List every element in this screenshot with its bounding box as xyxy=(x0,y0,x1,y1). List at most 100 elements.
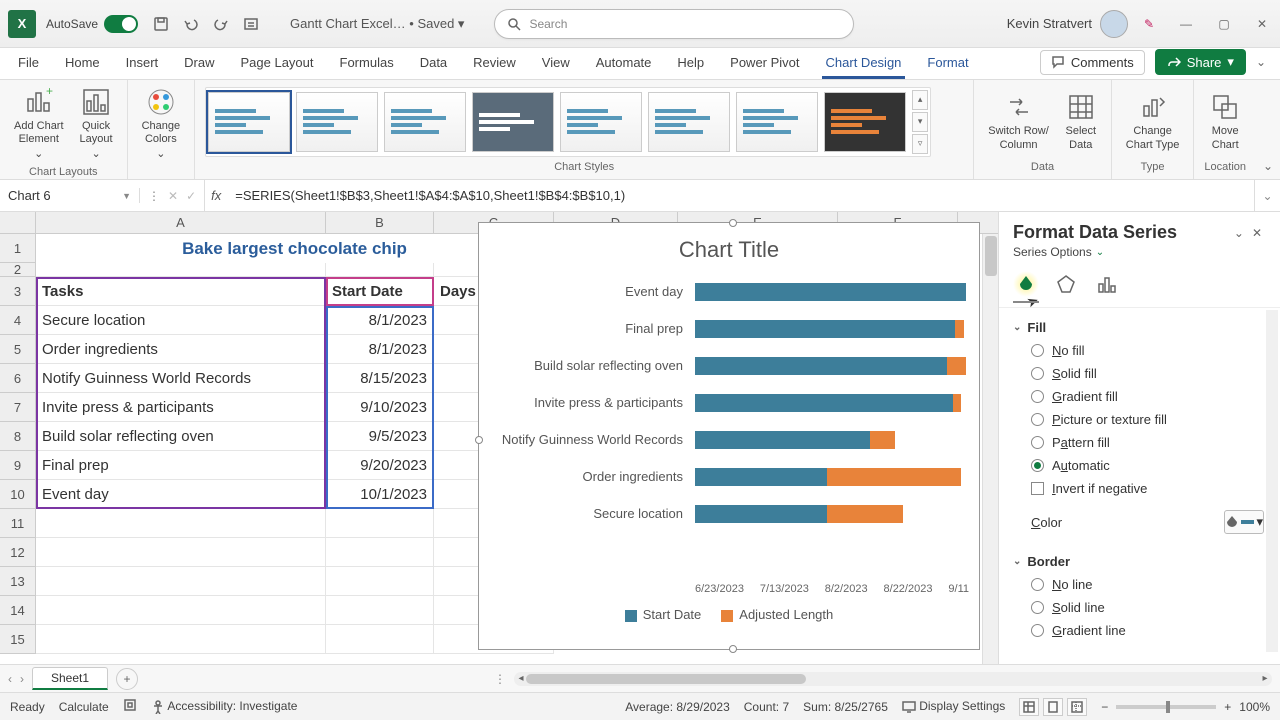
chart-style-7[interactable] xyxy=(736,92,818,152)
effects-tab[interactable] xyxy=(1053,271,1079,297)
row-header[interactable]: 11 xyxy=(0,509,36,538)
page-layout-view-icon[interactable] xyxy=(1043,698,1063,716)
minimize-icon[interactable]: — xyxy=(1176,17,1196,31)
tab-data[interactable]: Data xyxy=(416,49,451,79)
search-input[interactable]: Search xyxy=(494,9,854,39)
cell[interactable]: 9/20/2023 xyxy=(326,451,434,480)
maximize-icon[interactable]: ▢ xyxy=(1214,17,1234,31)
move-chart-button[interactable]: Move Chart xyxy=(1205,89,1245,153)
fill-option-pattern[interactable]: Pattern fill xyxy=(1013,431,1266,454)
switch-row-column-button[interactable]: Switch Row/ Column xyxy=(984,89,1053,153)
change-colors-button[interactable]: Change Colors ⌄ xyxy=(138,84,185,164)
chart-style-gallery[interactable]: ▴▾▿ xyxy=(205,87,931,157)
chart-style-5[interactable] xyxy=(560,92,642,152)
zoom-control[interactable]: − + 100% xyxy=(1101,700,1270,714)
tab-draw[interactable]: Draw xyxy=(180,49,218,79)
tab-review[interactable]: Review xyxy=(469,49,520,79)
col-header-B[interactable]: B xyxy=(326,212,434,233)
border-section-toggle[interactable]: ⌄Border xyxy=(1013,550,1266,573)
row-header[interactable]: 13 xyxy=(0,567,36,596)
cell[interactable]: Order ingredients xyxy=(36,335,326,364)
cell[interactable]: Notify Guinness World Records xyxy=(36,364,326,393)
row-header[interactable]: 12 xyxy=(0,538,36,567)
qat-customize-icon[interactable] xyxy=(242,15,260,33)
add-sheet-button[interactable]: + xyxy=(116,668,138,690)
cell[interactable]: Event day xyxy=(36,480,326,509)
normal-view-icon[interactable] xyxy=(1019,698,1039,716)
fill-option-solid[interactable]: Solid fill xyxy=(1013,362,1266,385)
comments-button[interactable]: Comments xyxy=(1040,50,1145,75)
fill-option-gradient[interactable]: Gradient fill xyxy=(1013,385,1266,408)
formula-expand-icon[interactable]: ⌄ xyxy=(1254,180,1280,211)
formula-more-icon[interactable]: ⋮ xyxy=(148,189,160,203)
quick-layout-button[interactable]: Quick Layout ⌄ xyxy=(76,84,117,164)
tab-file[interactable]: File xyxy=(14,49,43,79)
chart-style-1[interactable] xyxy=(208,92,290,152)
zoom-out-icon[interactable]: − xyxy=(1101,700,1108,714)
tab-automate[interactable]: Automate xyxy=(592,49,656,79)
cell[interactable]: Invite press & participants xyxy=(36,393,326,422)
cell[interactable]: 8/15/2023 xyxy=(326,364,434,393)
worksheet-grid[interactable]: A B C D E F 1 2 3 4 5 6 7 8 9 10 11 12 1… xyxy=(0,212,998,664)
fill-color-button[interactable]: ▾ xyxy=(1224,510,1264,534)
zoom-level[interactable]: 100% xyxy=(1239,700,1270,714)
series-options-tab[interactable] xyxy=(1093,271,1119,297)
tab-view[interactable]: View xyxy=(538,49,574,79)
row-header[interactable]: 4 xyxy=(0,306,36,335)
cell-title[interactable]: Bake largest chocolate chip xyxy=(36,234,554,263)
cell[interactable]: Start Date xyxy=(326,277,434,306)
document-name[interactable]: Gantt Chart Excel… • Saved ▾ xyxy=(290,16,464,32)
ribbon-collapse-icon[interactable]: ⌄ xyxy=(1256,55,1266,69)
tab-format[interactable]: Format xyxy=(923,49,972,79)
status-calculate[interactable]: Calculate xyxy=(59,700,109,714)
sheet-tab-sheet1[interactable]: Sheet1 xyxy=(32,667,108,690)
fill-section-toggle[interactable]: ⌄Fill xyxy=(1013,316,1266,339)
accessibility-status[interactable]: Accessibility: Investigate xyxy=(151,699,298,714)
select-all-corner[interactable] xyxy=(0,212,36,234)
tab-formulas[interactable]: Formulas xyxy=(336,49,398,79)
row-header[interactable]: 15 xyxy=(0,625,36,654)
pane-close-icon[interactable]: ✕ xyxy=(1248,226,1266,240)
ribbon-expand-icon[interactable]: ⌄ xyxy=(1256,80,1280,179)
toggle-switch[interactable] xyxy=(104,15,138,33)
row-header[interactable]: 6 xyxy=(0,364,36,393)
pen-icon[interactable]: ✎ xyxy=(1140,15,1158,33)
row-headers[interactable]: 1 2 3 4 5 6 7 8 9 10 11 12 13 14 15 xyxy=(0,234,36,654)
view-mode-buttons[interactable] xyxy=(1019,698,1087,716)
row-header[interactable]: 5 xyxy=(0,335,36,364)
chart-x-axis[interactable]: 6/23/2023 7/13/2023 8/2/2023 8/22/2023 9… xyxy=(479,579,979,595)
cell[interactable]: 8/1/2023 xyxy=(326,335,434,364)
tab-power-pivot[interactable]: Power Pivot xyxy=(726,49,803,79)
col-header-A[interactable]: A xyxy=(36,212,326,233)
autosave-toggle[interactable]: AutoSave xyxy=(46,15,138,33)
row-header[interactable]: 9 xyxy=(0,451,36,480)
select-data-button[interactable]: Select Data xyxy=(1061,89,1101,153)
add-chart-element-button[interactable]: + Add Chart Element ⌄ xyxy=(10,84,68,164)
name-box[interactable]: Chart 6▼ xyxy=(0,188,140,203)
sheet-nav-prev-icon[interactable]: ‹ xyxy=(8,672,12,686)
formula-cancel-icon[interactable]: ✕ xyxy=(168,189,178,203)
row-header[interactable]: 8 xyxy=(0,422,36,451)
chart-title[interactable]: Chart Title xyxy=(479,223,979,269)
redo-icon[interactable] xyxy=(212,15,230,33)
tab-help[interactable]: Help xyxy=(673,49,708,79)
row-header[interactable]: 3 xyxy=(0,277,36,306)
sheet-more-icon[interactable]: ⋮ xyxy=(494,672,506,686)
cell[interactable]: Secure location xyxy=(36,306,326,335)
pane-scrollbar[interactable] xyxy=(1266,310,1278,652)
row-header[interactable]: 1 xyxy=(0,234,36,263)
tab-chart-design[interactable]: Chart Design xyxy=(822,49,906,79)
cell[interactable]: Build solar reflecting oven xyxy=(36,422,326,451)
border-option-no-line[interactable]: No line xyxy=(1013,573,1266,596)
sheet-nav-next-icon[interactable]: › xyxy=(20,672,24,686)
border-option-solid[interactable]: Solid line xyxy=(1013,596,1266,619)
display-settings-button[interactable]: Display Settings xyxy=(902,699,1005,714)
row-header[interactable]: 14 xyxy=(0,596,36,625)
cell[interactable]: 9/10/2023 xyxy=(326,393,434,422)
embedded-chart[interactable]: Chart Title Event day Final prep Build s… xyxy=(478,222,980,650)
zoom-in-icon[interactable]: + xyxy=(1224,700,1231,714)
series-options-dropdown[interactable]: Series Options ⌄ xyxy=(999,245,1280,267)
horizontal-scrollbar[interactable]: ◂ ▸ xyxy=(514,672,1272,686)
fx-icon[interactable]: fx xyxy=(205,188,227,203)
formula-input[interactable]: =SERIES(Sheet1!$B$3,Sheet1!$A$4:$A$10,Sh… xyxy=(227,188,1254,203)
